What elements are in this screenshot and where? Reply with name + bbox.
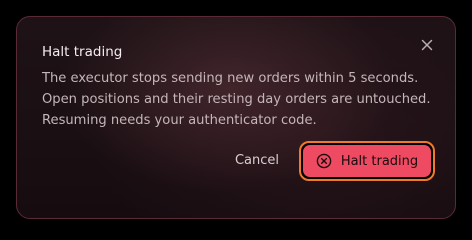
- message-line: Resuming needs your authenticator code.: [42, 113, 317, 128]
- close-icon: [419, 37, 435, 53]
- message-line: The executor stops sending new orders wi…: [42, 71, 419, 86]
- close-button[interactable]: [419, 37, 435, 53]
- dialog-title: Halt trading: [42, 44, 123, 60]
- message-line: Open positions and their resting day ord…: [42, 92, 431, 107]
- halt-button-fill: Halt trading: [303, 145, 431, 177]
- screen: Halt trading The executor stops sending …: [0, 0, 472, 236]
- halt-trading-button[interactable]: Halt trading: [299, 141, 435, 181]
- halt-trading-dialog: Halt trading The executor stops sending …: [16, 16, 456, 219]
- halt-button-label: Halt trading: [340, 153, 419, 169]
- x-circle-icon: [316, 153, 332, 169]
- dialog-message: The executor stops sending new orders wi…: [42, 68, 442, 131]
- cancel-button[interactable]: Cancel: [227, 148, 287, 174]
